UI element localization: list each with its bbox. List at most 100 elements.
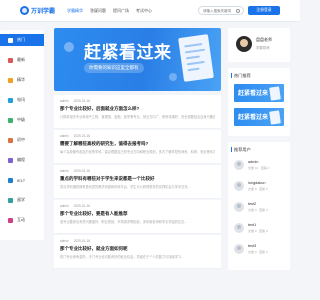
user-item[interactable]: test1 文章 0 · 回答 0 (234, 221, 286, 236)
site-logo[interactable]: 万训学霸 (20, 6, 55, 15)
signal-icon (8, 97, 13, 103)
article-title[interactable]: 那个专业比较好，后面就业方面怎么样? (60, 106, 139, 112)
article-excerpt: 重点学科通常拥有更优质的教学资源和科研平台，学生可以获得更多的实践机会与学术交流… (60, 185, 191, 189)
sidebar-item-label: 编程 (17, 157, 25, 162)
mini-banner-text: 赶紧看过来 (238, 115, 269, 121)
user-avatar (234, 223, 244, 233)
article-meta: admin 2025-01-16 (60, 99, 90, 103)
sidebar-item-hot[interactable]: 热门 (0, 34, 44, 46)
decor-circle (64, 42, 74, 52)
user-item[interactable]: test3 文章 0 · 回答 0 (234, 242, 286, 257)
article-card[interactable]: admin 2025-01-16 那个专业比较好，就业方面如何呢 热门专业竞争激… (54, 235, 221, 269)
profile-subtitle: 学霸导师 (256, 46, 270, 50)
article-date: 2025-01-16 (73, 239, 90, 243)
user-item[interactable]: test2 文章 0 · 回答 0 (234, 200, 286, 215)
banner-subtitle: 你需要的知识这里全都有 (84, 63, 144, 73)
hero-banner[interactable]: 赶紧看过来 你需要的知识这里全都有 (54, 28, 221, 91)
article-title[interactable]: 那个专业比较好，就业方面如何呢 (60, 246, 128, 252)
article-meta: admin 2025-01-16 (60, 204, 90, 208)
main-nav: 学霸精华 答疑问题 提问广场 考试中心 (67, 8, 152, 14)
user-name[interactable]: test2 (248, 202, 256, 206)
panel-title: 热门推荐 (231, 73, 251, 78)
article-date: 2025-01-16 (73, 99, 90, 103)
document-illustration (269, 110, 281, 125)
banner-title: 赶紧看过来 (84, 43, 172, 62)
article-author[interactable]: admin (60, 204, 69, 208)
user-name[interactable]: admin (248, 160, 258, 164)
sidebar-item-label: 留学 (17, 197, 25, 202)
decor-circle (169, 73, 177, 81)
user-avatar (234, 202, 244, 212)
user-name[interactable]: test1 (248, 223, 256, 227)
article-author[interactable]: admin (60, 99, 69, 103)
nav-item-ask[interactable]: 提问广场 (113, 8, 129, 14)
hot-recommend-panel: 热门推荐 赶紧看过来 赶紧看过来 (228, 68, 290, 136)
profile-card: 盘盘老师 学霸导师 (228, 28, 290, 62)
article-author[interactable]: admin (60, 239, 69, 243)
school-icon (8, 137, 13, 143)
document-illustration (269, 86, 281, 101)
article-author[interactable]: admin (60, 134, 69, 138)
profile-name[interactable]: 盘盘老师 (256, 37, 272, 43)
sidebar-item-programming[interactable]: 编程 (0, 154, 44, 166)
user-stats: 文章 10 · 回答 0 (248, 166, 270, 170)
sidebar-item-label: 中级 (17, 117, 25, 122)
nav-item-answers[interactable]: 答疑问题 (90, 8, 106, 14)
article-title[interactable]: 需要了解哪些高校的研究生，值得去报考吗? (60, 141, 148, 147)
logo-text: 万训学霸 (31, 9, 56, 15)
user-avatar (234, 181, 244, 191)
user-name[interactable]: longdakun (248, 181, 266, 185)
user-item[interactable]: admin 文章 10 · 回答 0 (234, 158, 286, 173)
article-author[interactable]: admin (60, 169, 69, 173)
user-stats: 文章 0 · 回答 0 (248, 208, 268, 212)
recommend-banner[interactable]: 赶紧看过来 (234, 108, 284, 126)
sidebar-item-study-abroad[interactable]: 留学 (0, 194, 44, 206)
globe-icon (8, 177, 13, 183)
user-avatar (234, 244, 244, 254)
article-title[interactable]: 那个专业比较好，要是有人能推荐 (60, 211, 128, 217)
sidebar-item-interaction[interactable]: 互动 (0, 214, 44, 226)
article-excerpt: 计算机相关专业和电气工程、管理类、金融、医学等专业，就业方向广、薪资待遇好，但也… (60, 115, 215, 119)
sidebar-item-label: 热门 (17, 37, 25, 42)
sidebar-item-label: 互动 (17, 217, 25, 222)
article-excerpt: 每个高校都有各自的优势学科，建议根据自己的专业方向和职业规划，多方了解学校的师资… (60, 150, 215, 154)
article-card[interactable]: admin 2025-01-16 那个专业比较好，后面就业方面怎么样? 计算机相… (54, 95, 221, 129)
search-box (198, 6, 244, 15)
top-navigation-bar: 万训学霸 学霸精华 答疑问题 提问广场 考试中心 注册登录 (0, 0, 300, 22)
login-register-button[interactable]: 注册登录 (248, 6, 280, 15)
sidebar-item-telecom[interactable]: 电讯 (0, 94, 44, 106)
sidebar-item-latest[interactable]: 最新 (0, 54, 44, 66)
recommended-users-panel: 推荐用户 admin 文章 10 · 回答 0 longdakun 文章 0 ·… (228, 142, 290, 270)
clock-icon (8, 57, 13, 63)
avatar[interactable] (236, 36, 252, 52)
panel-title: 推荐用户 (231, 147, 251, 152)
user-stats: 文章 0 · 回答 0 (248, 250, 268, 254)
nav-item-exam[interactable]: 考试中心 (136, 8, 152, 14)
nav-item-featured[interactable]: 学霸精华 (67, 8, 83, 14)
sidebar-item-label: 最新 (17, 57, 25, 62)
search-icon[interactable] (236, 9, 240, 13)
article-title[interactable]: 重点的学科有哪些对于学生来说都是一个比较好 (60, 176, 155, 182)
user-name[interactable]: test3 (248, 244, 256, 248)
sidebar-item-label: 电讯 (17, 97, 25, 102)
recommend-banner[interactable]: 赶紧看过来 (234, 84, 284, 102)
sidebar-item-intermediate[interactable]: 中级 (0, 114, 44, 126)
sidebar-item-label: 初中 (17, 137, 25, 142)
user-item[interactable]: longdakun 文章 0 · 回答 0 (234, 179, 286, 194)
article-card[interactable]: admin 2025-01-16 需要了解哪些高校的研究生，值得去报考吗? 每个… (54, 130, 221, 164)
article-card[interactable]: admin 2025-01-16 那个专业比较好，要是有人能推荐 选专业要综合考… (54, 200, 221, 234)
article-meta: admin 2025-01-16 (60, 169, 90, 173)
sidebar-item-featured[interactable]: 精华 (0, 74, 44, 86)
article-excerpt: 热门专业竞争激烈，冷门专业也可能有好的就业机会，关键在于个人的能力与持续学习..… (60, 255, 184, 259)
user-stats: 文章 0 · 回答 0 (248, 229, 268, 233)
search-input[interactable] (203, 8, 235, 13)
document-illustration (178, 34, 214, 82)
sidebar-item-middle-school[interactable]: 初中 (0, 134, 44, 146)
article-card[interactable]: admin 2025-01-16 重点的学科有哪些对于学生来说都是一个比较好 重… (54, 165, 221, 199)
sidebar-item-ielts[interactable]: IELT (0, 174, 44, 186)
mini-banner-text: 赶紧看过来 (238, 91, 269, 97)
article-meta: admin 2025-01-16 (60, 134, 90, 138)
chat-icon (8, 217, 13, 223)
book-icon (8, 117, 13, 123)
article-meta: admin 2025-01-16 (60, 239, 90, 243)
